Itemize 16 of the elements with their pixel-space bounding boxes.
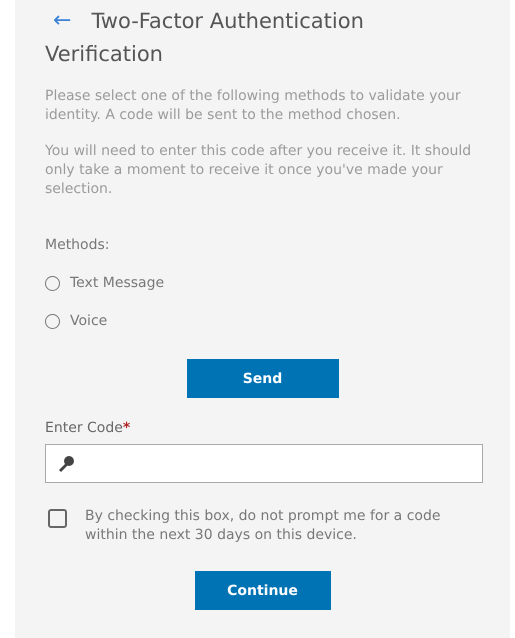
code-label: Enter Code* xyxy=(45,420,132,436)
instruction-text: You will need to enter this code after you receive it. It should only take a moment to receive it once you've made your selection. xyxy=(45,142,472,199)
methods-label: Methods: xyxy=(45,237,111,253)
page-title: Two-Factor Authentication xyxy=(91,8,364,35)
checkbox-label[interactable]: By checking this box, do not prompt me for a code within the next 30 days on this device. xyxy=(85,507,480,545)
back-arrow-button[interactable]: ← xyxy=(53,7,72,35)
checkbox[interactable] xyxy=(48,509,67,528)
radio-button[interactable] xyxy=(45,276,60,290)
instruction-text: Please select one of the following methods to validate your identity. A code will be sent to the method chosen. xyxy=(45,87,462,125)
code-input-field[interactable] xyxy=(45,444,483,483)
send-button[interactable]: Send xyxy=(186,359,338,398)
radio-label[interactable]: Voice xyxy=(70,313,108,329)
continue-button[interactable]: Continue xyxy=(194,571,330,610)
page-subtitle: Verification xyxy=(45,41,164,68)
radio-button[interactable] xyxy=(45,314,60,328)
radio-label[interactable]: Text Message xyxy=(70,275,164,291)
